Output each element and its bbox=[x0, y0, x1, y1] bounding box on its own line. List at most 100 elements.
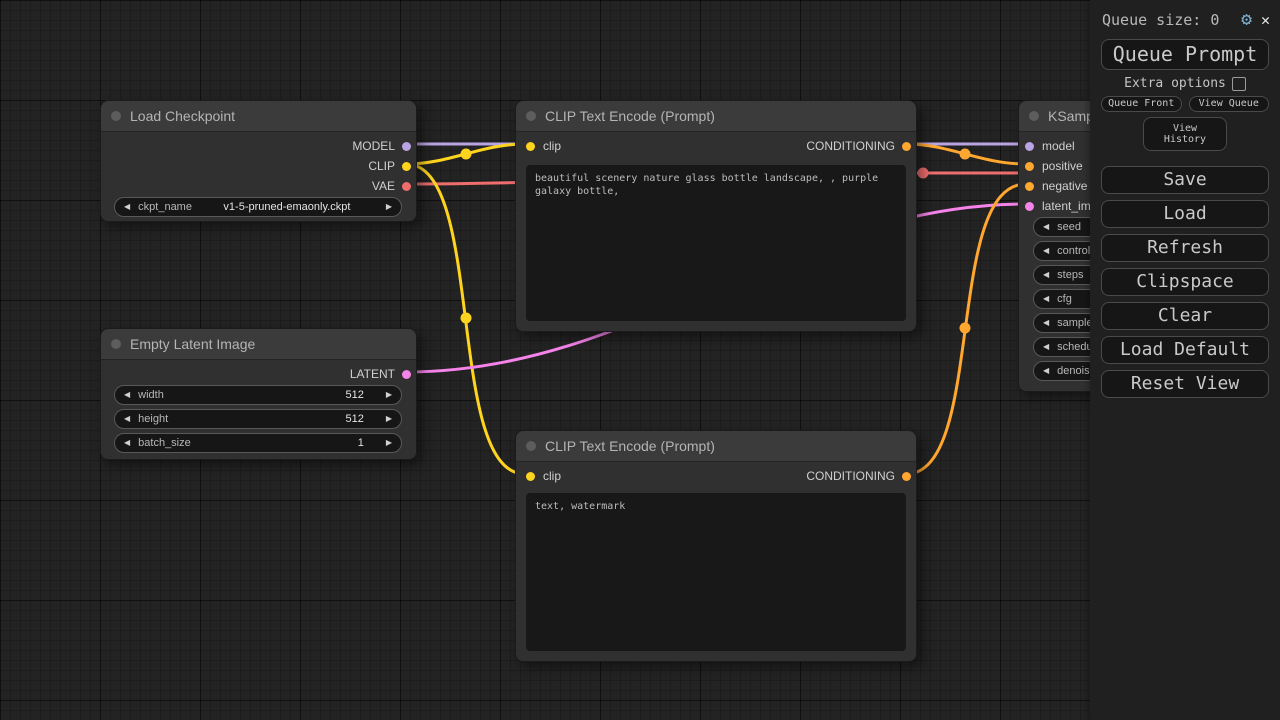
slot-label: clip bbox=[543, 469, 561, 483]
widget-value: 1 bbox=[191, 437, 386, 449]
slot-label: clip bbox=[543, 139, 561, 153]
output-slot-latent: LATENT bbox=[101, 364, 416, 384]
link-midpoint-dot[interactable] bbox=[960, 149, 971, 160]
node-title: Load Checkpoint bbox=[130, 108, 235, 124]
stepper-left-arrow-icon[interactable]: ◀ bbox=[124, 409, 130, 429]
extra-options-row: Extra options bbox=[1090, 76, 1280, 91]
collapse-dot-icon[interactable] bbox=[1029, 111, 1039, 121]
output-dot-conditioning[interactable] bbox=[902, 142, 911, 151]
input-dot-latent-image[interactable] bbox=[1025, 202, 1034, 211]
menu-header: Queue size: 0 ⚙ ✕ bbox=[1090, 0, 1280, 32]
collapse-dot-icon[interactable] bbox=[526, 441, 536, 451]
node-title: CLIP Text Encode (Prompt) bbox=[545, 438, 715, 454]
output-dot-conditioning[interactable] bbox=[902, 472, 911, 481]
node-title-bar[interactable]: Load Checkpoint bbox=[101, 101, 416, 132]
queue-front-button[interactable]: Queue Front bbox=[1101, 96, 1182, 112]
slot-row: clip CONDITIONING bbox=[516, 466, 916, 486]
collapse-dot-icon[interactable] bbox=[111, 111, 121, 121]
widget-label: height bbox=[138, 413, 168, 425]
stepper-left-arrow-icon[interactable]: ◀ bbox=[124, 385, 130, 405]
stepper-left-arrow-icon[interactable]: ◀ bbox=[124, 433, 130, 453]
slot-label: CONDITIONING bbox=[806, 469, 895, 483]
prompt-textarea[interactable]: text, watermark bbox=[526, 493, 906, 651]
output-slot-model: MODEL bbox=[101, 136, 416, 156]
extra-options-label: Extra options bbox=[1124, 76, 1226, 91]
link-midpoint-dot[interactable] bbox=[461, 313, 472, 324]
clipspace-button[interactable]: Clipspace bbox=[1101, 268, 1269, 296]
collapse-dot-icon[interactable] bbox=[526, 111, 536, 121]
node-clip-text-encode-negative[interactable]: CLIP Text Encode (Prompt) clip CONDITION… bbox=[515, 430, 917, 662]
node-title-bar[interactable]: CLIP Text Encode (Prompt) bbox=[516, 431, 916, 462]
output-dot-clip[interactable] bbox=[402, 162, 411, 171]
combo-left-arrow-icon[interactable]: ◀ bbox=[124, 197, 130, 217]
load-default-button[interactable]: Load Default bbox=[1101, 336, 1269, 364]
widget-label: width bbox=[138, 389, 164, 401]
widget-label: batch_size bbox=[138, 437, 191, 449]
output-slot-vae: VAE bbox=[101, 176, 416, 196]
output-dot-model[interactable] bbox=[402, 142, 411, 151]
ckpt-name-combo[interactable]: ◀ ckpt_name v1-5-pruned-emaonly.ckpt ▶ bbox=[114, 197, 402, 217]
widget-label: steps bbox=[1057, 269, 1083, 281]
node-clip-text-encode-positive[interactable]: CLIP Text Encode (Prompt) clip CONDITION… bbox=[515, 100, 917, 332]
queue-actions-row: Queue Front View Queue bbox=[1101, 96, 1269, 112]
clear-button[interactable]: Clear bbox=[1101, 302, 1269, 330]
slot-label: positive bbox=[1042, 159, 1083, 173]
widget-value: 512 bbox=[164, 389, 386, 401]
output-dot-latent[interactable] bbox=[402, 370, 411, 379]
input-dot-clip[interactable] bbox=[526, 472, 535, 481]
extra-options-checkbox[interactable] bbox=[1232, 77, 1246, 91]
stepper-left-arrow-icon[interactable]: ◀ bbox=[1043, 217, 1049, 237]
stepper-right-arrow-icon[interactable]: ▶ bbox=[386, 409, 392, 429]
close-icon[interactable]: ✕ bbox=[1261, 11, 1270, 29]
stepper-right-arrow-icon[interactable]: ▶ bbox=[386, 433, 392, 453]
stepper-right-arrow-icon[interactable]: ▶ bbox=[386, 385, 392, 405]
widget-value: v1-5-pruned-emaonly.ckpt bbox=[192, 201, 386, 213]
queue-prompt-button[interactable]: Queue Prompt bbox=[1101, 39, 1269, 70]
slot-label: model bbox=[1042, 139, 1075, 153]
widget-label: seed bbox=[1057, 221, 1081, 233]
input-dot-negative[interactable] bbox=[1025, 182, 1034, 191]
slot-label: LATENT bbox=[350, 367, 395, 381]
link-midpoint-dot[interactable] bbox=[960, 323, 971, 334]
stepper-left-arrow-icon[interactable]: ◀ bbox=[1043, 313, 1049, 333]
stepper-left-arrow-icon[interactable]: ◀ bbox=[1043, 265, 1049, 285]
node-title-bar[interactable]: CLIP Text Encode (Prompt) bbox=[516, 101, 916, 132]
input-dot-positive[interactable] bbox=[1025, 162, 1034, 171]
load-button[interactable]: Load bbox=[1101, 200, 1269, 228]
widget-label: cfg bbox=[1057, 293, 1072, 305]
node-empty-latent-image[interactable]: Empty Latent Image LATENT ◀ width 512 ▶ … bbox=[100, 328, 417, 460]
slot-label: MODEL bbox=[352, 139, 395, 153]
widget-value: 512 bbox=[168, 413, 386, 425]
slot-label: VAE bbox=[372, 179, 395, 193]
view-queue-button[interactable]: View Queue bbox=[1189, 96, 1270, 112]
width-stepper[interactable]: ◀ width 512 ▶ bbox=[114, 385, 402, 405]
queue-size-label: Queue size: 0 bbox=[1102, 11, 1219, 29]
stepper-left-arrow-icon[interactable]: ◀ bbox=[1043, 361, 1049, 381]
stepper-left-arrow-icon[interactable]: ◀ bbox=[1043, 289, 1049, 309]
view-history-button[interactable]: View History bbox=[1143, 117, 1227, 151]
link-midpoint-dot[interactable] bbox=[918, 168, 929, 179]
height-stepper[interactable]: ◀ height 512 ▶ bbox=[114, 409, 402, 429]
settings-gear-icon[interactable]: ⚙ bbox=[1241, 9, 1252, 30]
comfy-menu-panel: Queue size: 0 ⚙ ✕ Queue Prompt Extra opt… bbox=[1090, 0, 1280, 720]
collapse-dot-icon[interactable] bbox=[111, 339, 121, 349]
slot-label: negative bbox=[1042, 179, 1087, 193]
node-title-bar[interactable]: Empty Latent Image bbox=[101, 329, 416, 360]
slot-label: CONDITIONING bbox=[806, 139, 895, 153]
slot-row: clip CONDITIONING bbox=[516, 136, 916, 156]
output-dot-vae[interactable] bbox=[402, 182, 411, 191]
widget-label: ckpt_name bbox=[138, 201, 192, 213]
stepper-left-arrow-icon[interactable]: ◀ bbox=[1043, 241, 1049, 261]
stepper-left-arrow-icon[interactable]: ◀ bbox=[1043, 337, 1049, 357]
comfyui-canvas[interactable]: { "colors": { "model": "#b9a3e3", "clip"… bbox=[0, 0, 1280, 720]
input-dot-clip[interactable] bbox=[526, 142, 535, 151]
prompt-textarea[interactable]: beautiful scenery nature glass bottle la… bbox=[526, 165, 906, 321]
refresh-button[interactable]: Refresh bbox=[1101, 234, 1269, 262]
link-midpoint-dot[interactable] bbox=[461, 149, 472, 160]
batch-size-stepper[interactable]: ◀ batch_size 1 ▶ bbox=[114, 433, 402, 453]
node-load-checkpoint[interactable]: Load Checkpoint MODEL CLIP VAE ◀ ckpt_na… bbox=[100, 100, 417, 222]
combo-right-arrow-icon[interactable]: ▶ bbox=[386, 197, 392, 217]
save-button[interactable]: Save bbox=[1101, 166, 1269, 194]
input-dot-model[interactable] bbox=[1025, 142, 1034, 151]
reset-view-button[interactable]: Reset View bbox=[1101, 370, 1269, 398]
